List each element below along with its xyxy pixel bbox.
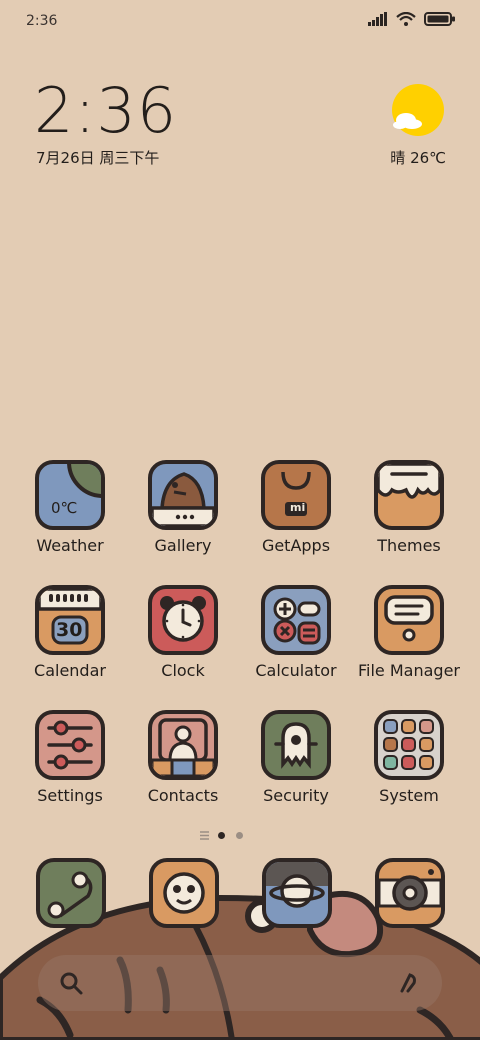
app-weather[interactable]: 0℃ Weather	[18, 460, 122, 555]
signal-icon	[368, 12, 387, 26]
app-label: Calculator	[255, 661, 337, 680]
dock-camera[interactable]	[375, 858, 445, 928]
page-indicator[interactable]	[0, 828, 480, 842]
page-dot	[236, 832, 243, 839]
calendar-icon: 30	[35, 585, 105, 655]
app-getapps[interactable]: mi GetApps	[244, 460, 348, 555]
system-folder-icon	[374, 710, 444, 780]
getapps-icon-logo: mi	[290, 501, 306, 514]
contacts-icon	[148, 710, 218, 780]
wifi-icon	[396, 12, 416, 26]
app-label: Clock	[161, 661, 205, 680]
app-calculator[interactable]: Calculator	[244, 585, 348, 680]
security-icon	[261, 710, 331, 780]
search-bar[interactable]	[38, 955, 442, 1011]
file-manager-icon	[374, 585, 444, 655]
app-label: File Manager	[358, 661, 460, 680]
status-icons	[368, 12, 456, 26]
app-file-manager[interactable]: File Manager	[357, 585, 461, 680]
getapps-icon: mi	[261, 460, 331, 530]
app-label: System	[379, 786, 439, 805]
app-label: Security	[263, 786, 329, 805]
list-view-icon	[200, 831, 209, 840]
weather-icon-temp: 0℃	[51, 499, 78, 517]
phone-icon	[36, 858, 106, 928]
messages-icon	[149, 858, 219, 928]
app-themes[interactable]: Themes	[357, 460, 461, 555]
app-label: Gallery	[154, 536, 212, 555]
app-security[interactable]: Security	[244, 710, 348, 805]
app-gallery[interactable]: Gallery	[131, 460, 235, 555]
clock-widget-date: 7月26日 周三下午	[36, 149, 160, 167]
weather-widget[interactable]: 晴 26℃	[376, 80, 446, 170]
app-label: Contacts	[147, 786, 219, 805]
app-contacts[interactable]: Contacts	[131, 710, 235, 805]
app-label: Settings	[37, 786, 103, 805]
calendar-icon-date: 30	[56, 619, 83, 641]
themes-icon	[374, 460, 444, 530]
dock-messages[interactable]	[149, 858, 219, 928]
dock-phone[interactable]	[36, 858, 106, 928]
app-label: GetApps	[261, 536, 331, 555]
gallery-icon	[148, 460, 218, 530]
clock-icon	[148, 585, 218, 655]
settings-icon	[35, 710, 105, 780]
app-label: Weather	[36, 536, 104, 555]
calculator-icon	[261, 585, 331, 655]
browser-icon	[262, 858, 332, 928]
weather-summary: 晴 26℃	[390, 149, 446, 167]
app-label: Themes	[377, 536, 441, 555]
sun-cloud-icon	[392, 84, 444, 136]
dock-browser[interactable]	[262, 858, 332, 928]
battery-icon	[424, 12, 455, 26]
app-settings[interactable]: Settings	[18, 710, 122, 805]
app-label: Calendar	[34, 661, 106, 680]
status-bar: 2:36	[0, 0, 480, 40]
page-dot-active	[218, 832, 225, 839]
app-clock[interactable]: Clock	[131, 585, 235, 680]
search-icon	[60, 972, 83, 995]
clock-widget-time[interactable]: 2:36	[34, 74, 177, 147]
app-system-folder[interactable]: System	[357, 710, 461, 805]
weather-icon: 0℃	[35, 460, 105, 530]
voice-search-icon[interactable]	[396, 969, 422, 995]
app-calendar[interactable]: 30 Calendar	[18, 585, 122, 680]
status-time: 2:36	[26, 13, 58, 29]
camera-icon	[375, 858, 445, 928]
